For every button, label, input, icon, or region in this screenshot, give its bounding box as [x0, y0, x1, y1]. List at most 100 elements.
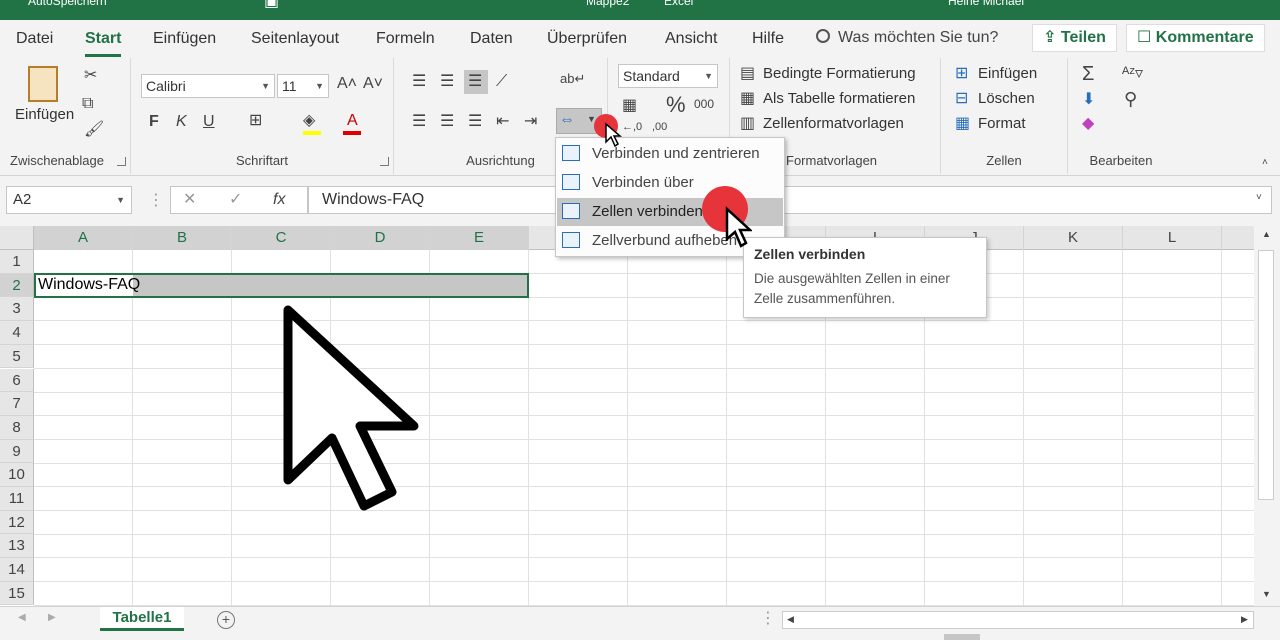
paste-button[interactable]: Einfügen — [15, 106, 74, 123]
scroll-down-icon[interactable]: ▼ — [1262, 590, 1271, 599]
column-header-b[interactable]: B — [133, 226, 232, 250]
cell-styles-button[interactable]: Zellenformatvorlagen — [763, 115, 904, 132]
normal-view-icon[interactable] — [944, 634, 980, 640]
format-painter-icon[interactable]: 🖌 — [84, 122, 104, 138]
align-bottom-icon[interactable]: ☰ — [464, 70, 488, 94]
cancel-icon[interactable]: ✕ — [183, 192, 196, 208]
cut-icon[interactable]: ✂ — [84, 68, 97, 84]
insert-function-icon[interactable]: fx — [273, 192, 285, 208]
more-options-icon[interactable]: ⋮ — [148, 193, 164, 209]
expand-formula-icon[interactable]: ˅ — [1256, 193, 1262, 203]
tell-me-search[interactable]: Was möchten Sie tun? — [816, 28, 998, 47]
font-size-combo[interactable]: 11 ▼ — [277, 74, 329, 98]
align-top-icon[interactable]: ☰ — [412, 74, 426, 90]
row-header-1[interactable]: 1 — [0, 250, 34, 274]
horizontal-scrollbar[interactable]: ◀ ▶ — [782, 611, 1254, 629]
scroll-left-icon[interactable]: ◀ — [787, 615, 794, 624]
cell-a2[interactable]: Windows-FAQ — [38, 276, 140, 294]
font-color-icon[interactable]: A — [347, 113, 358, 129]
tab-seitenlayout[interactable]: Seitenlayout — [251, 30, 339, 48]
column-header-d[interactable]: D — [331, 226, 430, 250]
scroll-up-icon[interactable]: ▲ — [1262, 230, 1271, 239]
next-sheet-icon[interactable]: ▶ — [48, 613, 56, 623]
sheet-tab-tabelle1[interactable]: Tabelle1 — [100, 607, 184, 631]
vertical-scroll-thumb[interactable] — [1258, 250, 1274, 500]
tab-hilfe[interactable]: Hilfe — [752, 30, 784, 48]
conditional-formatting-button[interactable]: Bedingte Formatierung — [763, 65, 916, 82]
column-header-e[interactable]: E — [430, 226, 529, 250]
split-handle-icon[interactable]: ⋮ — [760, 611, 776, 627]
dialog-launcher-icon[interactable] — [380, 157, 389, 166]
user-name[interactable]: Heine Michael — [948, 0, 1024, 8]
share-button[interactable]: ⇪ Teilen — [1032, 24, 1117, 52]
font-name-combo[interactable]: Calibri ▼ — [141, 74, 275, 98]
column-header-k[interactable]: K — [1024, 226, 1123, 250]
copy-icon[interactable]: ⧉ — [82, 96, 93, 112]
shrink-font-icon[interactable]: A˅ — [363, 76, 383, 92]
menu-item-merge-center[interactable]: Verbinden und zentrieren — [557, 140, 783, 168]
scroll-right-icon[interactable]: ▶ — [1241, 615, 1248, 624]
add-sheet-icon[interactable]: + — [217, 611, 235, 629]
fill-icon[interactable]: ⬇ — [1082, 92, 1095, 108]
tab-daten[interactable]: Daten — [470, 30, 513, 48]
wrap-text-icon[interactable]: ab↵ — [560, 72, 585, 85]
insert-cells-button[interactable]: Einfügen — [978, 65, 1037, 82]
align-middle-icon[interactable]: ☰ — [440, 74, 454, 90]
thousands-icon[interactable]: 000 — [694, 98, 714, 110]
autosum-icon[interactable]: Σ — [1082, 64, 1094, 84]
collapse-ribbon-icon[interactable]: ˄ — [1262, 158, 1268, 168]
name-box[interactable]: A2 ▼ — [6, 186, 132, 214]
enter-icon[interactable]: ✓ — [229, 192, 242, 208]
decrease-indent-icon[interactable]: ⇤ — [496, 114, 509, 130]
tab-ansicht[interactable]: Ansicht — [665, 30, 717, 48]
row-header-13[interactable]: 13 — [0, 534, 34, 559]
row-header-8[interactable]: 8 — [0, 415, 34, 440]
save-icon[interactable]: ▣ — [264, 0, 279, 10]
vertical-scrollbar[interactable]: ▲ ▼ — [1254, 226, 1280, 606]
tab-formeln[interactable]: Formeln — [376, 30, 435, 48]
find-select-icon[interactable]: ⚲ — [1124, 90, 1137, 108]
row-header-14[interactable]: 14 — [0, 558, 34, 582]
row-header-9[interactable]: 9 — [0, 439, 34, 464]
row-header-10[interactable]: 10 — [0, 463, 34, 487]
format-as-table-button[interactable]: Als Tabelle formatieren — [763, 90, 915, 107]
format-cells-button[interactable]: Format — [978, 115, 1026, 132]
row-header-15[interactable]: 15 — [0, 581, 34, 606]
row-header-4[interactable]: 4 — [0, 321, 34, 345]
tab-start[interactable]: Start — [85, 30, 121, 48]
row-header-3[interactable]: 3 — [0, 297, 34, 322]
column-header-a[interactable]: A — [34, 226, 133, 250]
dialog-launcher-icon[interactable] — [117, 157, 126, 166]
row-header-11[interactable]: 11 — [0, 487, 34, 511]
increase-indent-icon[interactable]: ⇥ — [524, 114, 537, 130]
align-right-icon[interactable]: ☰ — [468, 114, 482, 130]
autosave-label[interactable]: AutoSpeichern — [28, 0, 107, 8]
row-header-7[interactable]: 7 — [0, 392, 34, 416]
column-header-c[interactable]: C — [232, 226, 331, 250]
tab-ueberpruefen[interactable]: Überprüfen — [547, 30, 627, 48]
comments-button[interactable]: ☐ Kommentare — [1126, 24, 1265, 52]
decrease-decimal-icon[interactable]: ←,0 — [622, 122, 642, 133]
column-header-l[interactable]: L — [1123, 226, 1222, 250]
border-icon[interactable]: ⊞ — [249, 113, 262, 129]
delete-cells-button[interactable]: Löschen — [978, 90, 1035, 107]
prev-sheet-icon[interactable]: ◀ — [18, 613, 26, 623]
grow-font-icon[interactable]: A˄ — [337, 76, 357, 92]
bold-button[interactable]: F — [149, 114, 159, 130]
fill-color-icon[interactable]: ◈ — [303, 113, 315, 129]
clear-icon[interactable]: ◆ — [1082, 116, 1094, 132]
orientation-icon[interactable]: ⟋ — [496, 74, 507, 90]
increase-decimal-icon[interactable]: ,00 — [652, 122, 667, 133]
currency-icon[interactable]: ▦ — [622, 98, 637, 114]
menu-item-merge-across[interactable]: Verbinden über — [557, 169, 783, 197]
worksheet-grid[interactable]: ABCDEFGHIJKL 123456789101112131415 Windo… — [0, 226, 1254, 606]
row-header-5[interactable]: 5 — [0, 344, 34, 369]
row-header-6[interactable]: 6 — [0, 368, 34, 393]
percent-icon[interactable]: % — [666, 94, 686, 116]
formula-input[interactable]: Windows-FAQ — [308, 186, 1272, 214]
number-format-combo[interactable]: Standard ▼ — [618, 64, 718, 88]
select-all-button[interactable] — [0, 226, 34, 250]
tab-einfuegen[interactable]: Einfügen — [153, 30, 216, 48]
tab-datei[interactable]: Datei — [16, 30, 53, 48]
align-left-icon[interactable]: ☰ — [412, 114, 426, 130]
